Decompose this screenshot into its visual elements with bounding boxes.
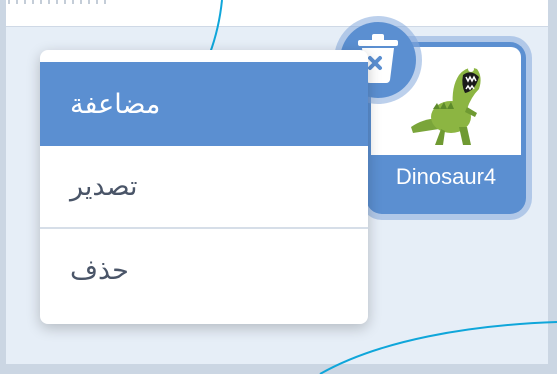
ruler-ticks bbox=[0, 0, 110, 4]
top-strip bbox=[0, 0, 548, 27]
menu-item-duplicate[interactable]: مضاعفة bbox=[40, 62, 368, 146]
sprite-name: Dinosaur4 bbox=[395, 164, 497, 189]
menu-item-export[interactable]: تصدير bbox=[40, 146, 368, 226]
menu-divider bbox=[40, 227, 368, 229]
pane-bottom-border bbox=[0, 364, 557, 374]
pane-left-border bbox=[0, 0, 6, 374]
context-menu: مضاعفة تصدير حذف bbox=[40, 50, 368, 324]
pane-right-border bbox=[548, 0, 557, 374]
menu-item-delete[interactable]: حذف bbox=[40, 230, 368, 310]
